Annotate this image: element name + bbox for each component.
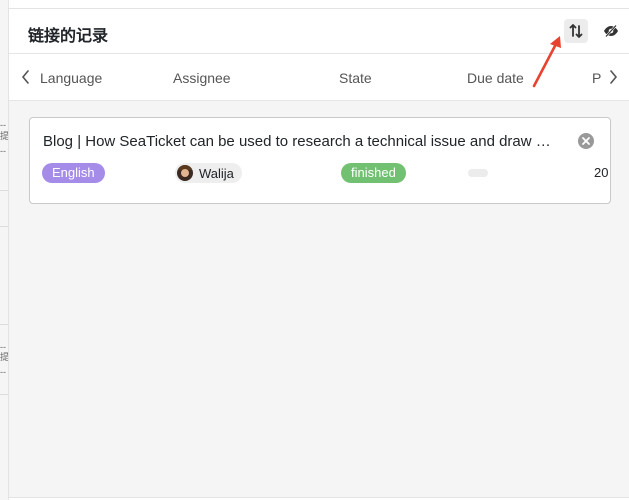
- column-header-partial: P: [592, 70, 602, 86]
- chevron-left-icon: [21, 70, 29, 84]
- remove-record-button[interactable]: [578, 133, 594, 149]
- chevron-right-icon: [609, 70, 617, 84]
- sort-icon: [569, 24, 583, 38]
- linked-record-card[interactable]: Blog | How SeaTicket can be used to rese…: [29, 117, 611, 204]
- avatar: [177, 165, 193, 181]
- background-mark: --: [0, 367, 6, 377]
- background-mark: --: [0, 146, 6, 156]
- close-circle-icon: [578, 133, 594, 149]
- language-tag: English: [42, 163, 105, 183]
- background-mark: --: [0, 120, 6, 130]
- sort-button[interactable]: [564, 19, 588, 43]
- column-header-assignee: Assignee: [173, 70, 231, 86]
- record-title[interactable]: Blog | How SeaTicket can be used to rese…: [43, 133, 573, 150]
- scroll-right-button[interactable]: [606, 68, 620, 86]
- state-tag: finished: [341, 163, 406, 183]
- column-header-state: State: [339, 70, 372, 86]
- background-row-line: [0, 190, 8, 191]
- annotation-arrow-icon: [532, 36, 561, 88]
- dialog-title: 链接的记录: [28, 26, 109, 45]
- partial-column-value: 20: [594, 165, 609, 180]
- column-header-language: Language: [40, 70, 103, 86]
- assignee-name: Walija: [199, 165, 234, 181]
- eye-slash-icon: [604, 24, 618, 38]
- background-row-line: [0, 324, 8, 325]
- scroll-left-button[interactable]: [18, 68, 32, 86]
- due-date-empty: [468, 169, 488, 177]
- background-row-line: [0, 394, 8, 395]
- column-header-due-date: Due date: [467, 70, 524, 86]
- assignee-chip: Walija: [175, 163, 242, 183]
- background-row-line: [0, 226, 8, 227]
- background-mark: --: [0, 342, 6, 352]
- hide-columns-button[interactable]: [599, 19, 623, 43]
